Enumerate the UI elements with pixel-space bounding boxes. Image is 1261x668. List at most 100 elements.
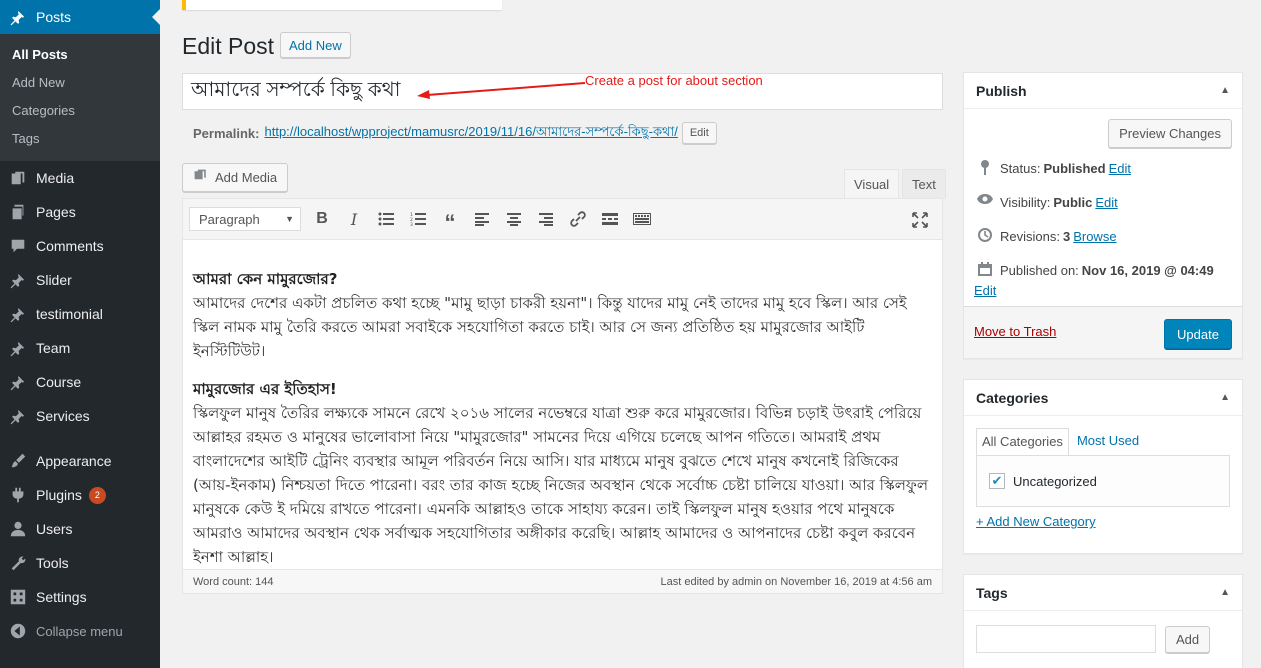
eye-icon [974,193,996,205]
chevron-down-icon: ▼ [285,214,294,224]
permalink-edit-button[interactable]: Edit [681,122,717,144]
revisions-value: 3 [1062,229,1071,244]
published-on-value: Nov 16, 2019 @ 04:49 [1081,263,1214,278]
tag-input[interactable] [976,625,1156,653]
pin-icon [0,373,36,391]
bold-icon[interactable]: B [306,204,338,234]
publish-header[interactable]: Publish ▲ [964,73,1242,109]
submenu-all-posts[interactable]: All Posts [0,41,160,69]
tab-visual[interactable]: Visual [844,169,900,199]
format-select[interactable]: Paragraph ▼ [189,207,301,231]
visibility-edit-link[interactable]: Edit [1095,193,1117,213]
last-edited: Last edited by admin on November 16, 201… [660,575,932,588]
toolbar-toggle-icon[interactable] [626,204,658,234]
tags-title: Tags [976,584,1008,601]
page-title: Edit Post [182,33,275,59]
menu-appearance[interactable]: Appearance [0,444,160,478]
menu-course[interactable]: Course [0,365,160,399]
published-on-edit-link[interactable]: Edit [974,281,996,301]
comments-icon [0,237,36,255]
collapse-arrow-icon[interactable]: ▲ [1220,392,1230,403]
categories-header[interactable]: Categories ▲ [964,380,1242,416]
permalink-row: Permalink: http://localhost/wpproject/ma… [193,122,717,144]
status-label: Status: [1000,161,1041,176]
menu-users[interactable]: Users [0,512,160,546]
menu-tools[interactable]: Tools [0,546,160,580]
status-edit-link[interactable]: Edit [1109,159,1131,179]
bullet-list-icon[interactable] [370,204,402,234]
menu-pages[interactable]: Pages [0,195,160,229]
published-on-row: Published on: Nov 16, 2019 @ 04:49 Edit [974,261,1217,301]
menu-posts-label: Posts [36,9,72,25]
revisions-icon [974,227,996,243]
menu-comments[interactable]: Comments [0,229,160,263]
read-more-icon[interactable] [594,204,626,234]
category-checkbox[interactable]: ✔ [989,473,1005,489]
paintbrush-icon [0,452,36,470]
menu-comments-label: Comments [36,238,104,254]
menu-services[interactable]: Services [0,399,160,433]
link-icon[interactable] [562,204,594,234]
pin-icon [0,339,36,357]
tab-most-used[interactable]: Most Used [1072,428,1144,456]
menu-pages-label: Pages [36,204,76,220]
calendar-icon [974,261,996,281]
collapse-arrow-icon[interactable]: ▲ [1220,587,1230,598]
menu-tools-label: Tools [36,555,69,571]
add-media-label: Add Media [215,170,278,185]
menu-posts[interactable]: Posts [0,0,160,34]
menu-settings[interactable]: Settings [0,580,160,614]
update-button[interactable]: Update [1164,319,1232,349]
tab-all-categories[interactable]: All Categories [976,428,1069,456]
menu-team-label: Team [36,340,71,356]
submenu-categories[interactable]: Categories [0,97,160,125]
add-media-button[interactable]: Add Media [182,163,289,192]
menu-separator [0,433,160,444]
move-to-trash-link[interactable]: Move to Trash [974,324,1056,339]
tab-text[interactable]: Text [902,169,946,199]
pin-icon [0,305,36,323]
settings-icon [0,588,36,606]
menu-testimonial[interactable]: testimonial [0,297,160,331]
permalink-link[interactable]: http://localhost/wpproject/mamusrc/2019/… [264,123,677,144]
preview-changes-button[interactable]: Preview Changes [1108,119,1232,148]
tags-header[interactable]: Tags ▲ [964,575,1242,611]
align-right-icon[interactable] [530,204,562,234]
collapse-menu[interactable]: Collapse menu [0,614,160,648]
annotation-arrow [417,82,586,99]
editor-status-bar: Word count: 144 Last edited by admin on … [183,569,942,593]
users-icon [0,520,36,538]
menu-slider[interactable]: Slider [0,263,160,297]
category-checklist: ✔ Uncategorized [976,455,1230,507]
fullscreen-icon[interactable] [904,205,936,235]
word-count: Word count: 144 [193,575,274,588]
tags-box: Tags ▲ Add [963,574,1243,668]
submenu-tags[interactable]: Tags [0,125,160,153]
align-left-icon[interactable] [466,204,498,234]
media-icon [0,169,36,187]
collapse-arrow-icon[interactable]: ▲ [1220,85,1230,96]
add-new-button[interactable]: Add New [280,32,351,58]
menu-media[interactable]: Media [0,161,160,195]
editor-content[interactable]: আমরা কেন মামুরজোর? আমাদের দেশের একটা প্র… [183,240,942,569]
media-icon [193,168,209,187]
menu-plugins-label: Plugins [36,487,82,503]
numbered-list-icon[interactable]: 123 [402,204,434,234]
align-center-icon[interactable] [498,204,530,234]
admin-notice-edge [182,0,502,10]
revisions-label: Revisions: [1000,229,1060,244]
menu-plugins[interactable]: Plugins 2 [0,478,160,512]
add-tag-button[interactable]: Add [1165,626,1211,653]
revisions-browse-link[interactable]: Browse [1073,227,1116,247]
permalink-label: Permalink: [193,125,260,141]
pin-icon [0,407,36,425]
svg-text:3: 3 [410,222,413,226]
add-new-category-link[interactable]: + Add New Category [976,514,1096,529]
visibility-row: Visibility: Public Edit [974,193,1118,213]
menu-team[interactable]: Team [0,331,160,365]
blockquote-icon[interactable]: “ [434,204,466,234]
italic-icon[interactable]: I [338,204,370,234]
admin-sidebar: Posts All Posts Add New Categories Tags … [0,0,160,668]
categories-box: Categories ▲ All Categories Most Used ✔ … [963,379,1243,554]
submenu-add-new[interactable]: Add New [0,69,160,97]
